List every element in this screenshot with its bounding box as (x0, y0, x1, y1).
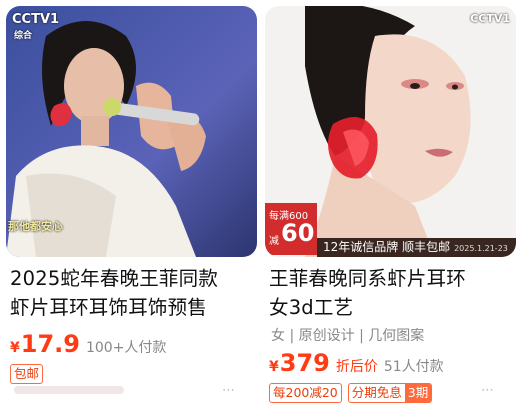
product-card[interactable]: CCTV1 每满600 减 60 12年诚信品牌 顺丰包邮 2025.1.21-2… (265, 6, 516, 403)
promo-discount-box: 每满600 减 60 (265, 203, 317, 255)
channel-logo-sub: 综合 (14, 31, 33, 41)
title-line-1: 王菲春晚同系虾片耳环 (269, 267, 467, 290)
product-image[interactable]: CCTV1 每满600 减 60 12年诚信品牌 顺丰包邮 2025.1.21-2… (265, 6, 516, 257)
price-row: ¥ 17.9 100+人付款 (6, 330, 257, 358)
channel-logo: CCTV1 (12, 12, 60, 27)
price-row: ¥ 379 折后价 51人付款 (265, 349, 516, 377)
channel-logo: CCTV1 (470, 12, 510, 25)
title-line-1: 2025蛇年春晚王菲同款 (10, 267, 219, 290)
buyer-count: 51人付款 (383, 359, 444, 375)
blurred-shop-name (14, 386, 124, 394)
promo-strip-text: 12年诚信品牌 顺丰包邮 (323, 240, 451, 254)
price: 17.9 (20, 330, 80, 358)
promo-strip-date: 2025.1.21-23 (454, 244, 508, 253)
product-card[interactable]: CCTV1 综合 那他都安心 2025蛇年春晚王菲同款 虾片耳环耳饰耳饰预售 ¥… (6, 6, 257, 402)
currency-symbol: ¥ (10, 340, 20, 356)
title-line-2: 女3d工艺 (269, 296, 354, 319)
price: 379 (279, 349, 330, 377)
product-tags: 女 | 原创设计 | 几何图案 (271, 328, 425, 344)
installment-label: 分期免息 (351, 385, 402, 400)
promo-strip: 12年诚信品牌 顺丰包邮 2025.1.21-23 (317, 238, 516, 257)
more-options-icon[interactable]: ⋯ (222, 383, 236, 398)
more-options-icon[interactable]: ⋯ (481, 383, 495, 398)
installment-badge: 分期免息 3期 (347, 383, 433, 403)
currency-symbol: ¥ (269, 359, 279, 375)
product-title[interactable]: 2025蛇年春晚王菲同款 虾片耳环耳饰耳饰预售 (6, 264, 257, 322)
badge-row: 每200减20 分期免息 3期 (265, 383, 516, 403)
product-image[interactable]: CCTV1 综合 那他都安心 (6, 6, 257, 257)
installment-terms: 3期 (404, 384, 432, 402)
video-subtitle: 那他都安心 (8, 220, 63, 233)
discount-badge: 每200减20 (269, 383, 342, 403)
promo-amount: 60 (281, 219, 315, 247)
price-note: 折后价 (335, 359, 378, 375)
title-line-2: 虾片耳环耳饰耳饰预售 (10, 296, 208, 319)
product-title[interactable]: 王菲春晚同系虾片耳环 女3d工艺 (265, 264, 516, 322)
buyer-count: 100+人付款 (85, 340, 167, 356)
badge-row: 包邮 (6, 364, 257, 384)
promo-minus-label: 减 (269, 236, 279, 247)
free-shipping-badge: 包邮 (10, 364, 44, 384)
